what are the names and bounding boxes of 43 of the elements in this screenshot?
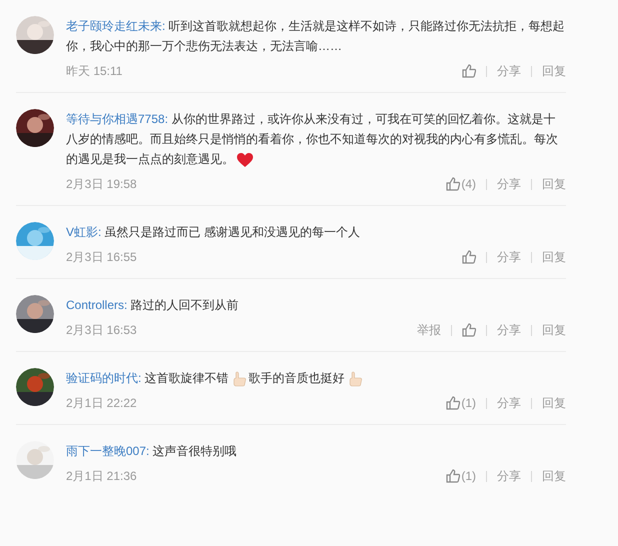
reply-link[interactable]: 回复 [542, 467, 566, 485]
reply-link[interactable]: 回复 [542, 62, 566, 80]
share-link[interactable]: 分享 [497, 321, 521, 339]
comment-text: 等待与你相遇7758: 从你的世界路过，或许你从来没有过，可我在可笑的回忆着你。这就是十八岁的情感吧。而且始终只是悄悄的看着你，你也不知道每次的对视我的内心有多慌乱。每次的遇见是我一点点的刻意遇见。 [66, 111, 559, 169]
thumbs-up-icon[interactable] [446, 469, 460, 483]
reply-link[interactable]: 回复 [542, 248, 566, 266]
comment-time: 2月3日 16:55 [66, 249, 137, 266]
thumbs-up-icon [230, 370, 247, 387]
user-link[interactable]: 等待与你相遇7758: [66, 112, 168, 126]
heart-icon [236, 152, 254, 168]
user-link[interactable]: 验证码的时代: [66, 371, 142, 385]
comment-time: 2月1日 21:36 [66, 468, 137, 485]
share-link[interactable]: 分享 [497, 467, 521, 485]
comment-time: 2月3日 16:53 [66, 322, 137, 339]
thumbs-up-icon[interactable] [462, 323, 476, 337]
comment-text: 老子颐玲走红未来: 听到这首歌就想起你，生活就是这样不如诗，只能路过你无法抗拒，每想起你，我心中的那一万个悲伤无法表达，无法言喻…… [66, 18, 566, 55]
report-link[interactable]: 举报 [417, 321, 441, 339]
user-link[interactable]: Controllers: [66, 298, 128, 312]
reply-link[interactable]: 回复 [542, 321, 566, 339]
thumbs-up-icon[interactable] [462, 64, 476, 78]
like-count: (1) [461, 468, 476, 485]
thumbs-up-icon[interactable] [446, 177, 460, 191]
share-link[interactable]: 分享 [497, 62, 521, 80]
share-link[interactable]: 分享 [497, 248, 521, 266]
comment-time: 2月3日 19:58 [66, 176, 137, 193]
thumbs-up-icon[interactable] [446, 396, 460, 410]
user-link[interactable]: V虹影: [66, 225, 102, 239]
comment-text: 雨下一整晚007: 这声音很特别哦 [66, 443, 238, 460]
like-count: (4) [461, 176, 476, 193]
like-count: (1) [461, 395, 476, 412]
comment-time: 2月1日 22:22 [66, 395, 137, 412]
comment-time: 昨天 15:11 [66, 63, 122, 80]
comment-text: 验证码的时代: 这首歌旋律不错 歌手的音质也挺好 [66, 368, 566, 388]
share-link[interactable]: 分享 [497, 394, 521, 412]
thumbs-up-icon [346, 370, 363, 387]
user-link[interactable]: 雨下一整晚007: [66, 444, 150, 458]
comment-text: Controllers: 路过的人回不到从前 [66, 297, 240, 314]
thumbs-up-icon[interactable] [462, 250, 476, 264]
comment-text: V虹影: 虽然只是路过而已 感谢遇见和没遇见的每一个人 [66, 224, 362, 241]
share-link[interactable]: 分享 [497, 175, 521, 193]
reply-link[interactable]: 回复 [542, 394, 566, 412]
reply-link[interactable]: 回复 [542, 175, 566, 193]
user-link[interactable]: 老子颐玲走红未来: [66, 19, 166, 33]
